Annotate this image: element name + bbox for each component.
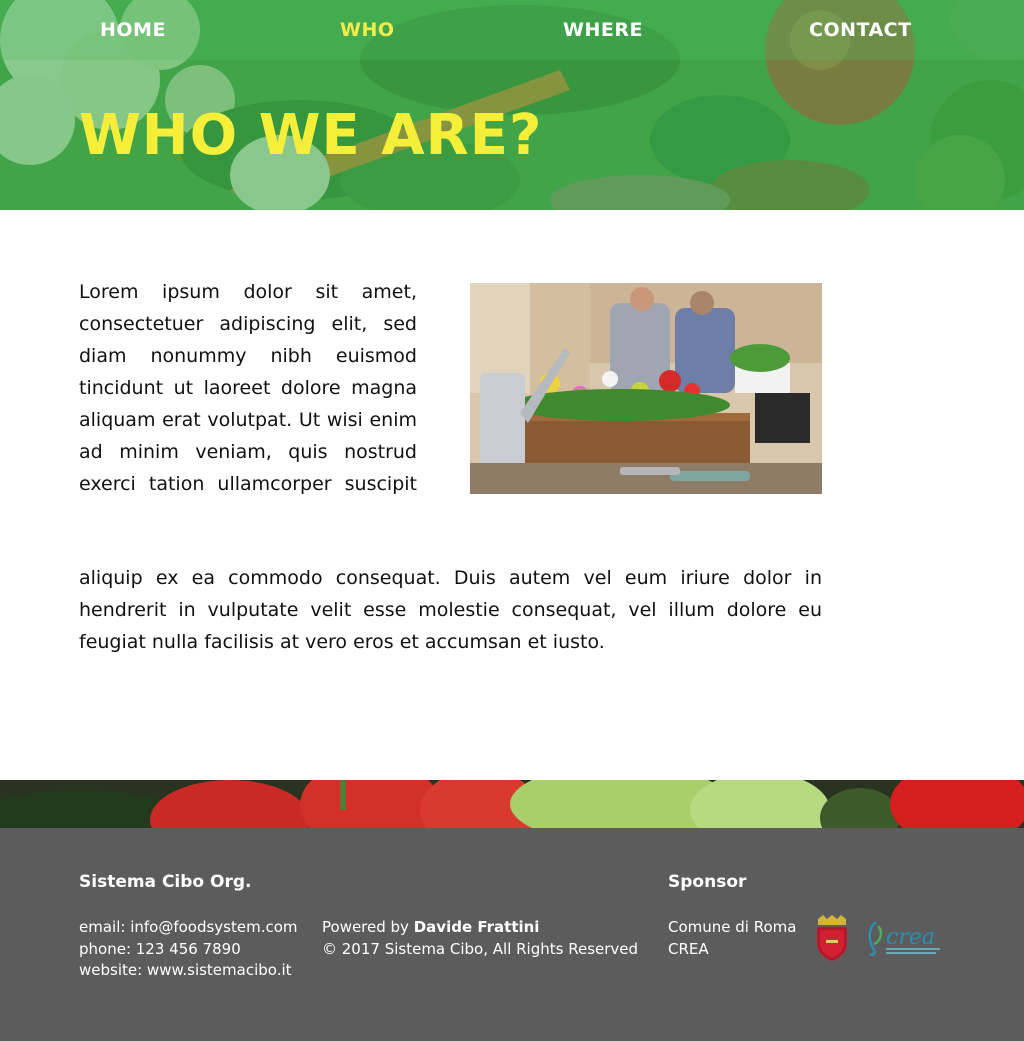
nav-who-link[interactable]: WHO bbox=[340, 19, 395, 41]
site-footer: Sistema Cibo Org. email: info@foodsystem… bbox=[0, 828, 1024, 1041]
nav-home-link[interactable]: HOME bbox=[100, 19, 166, 41]
nav-contact-link[interactable]: CONTACT bbox=[809, 19, 912, 41]
roma-crest-logo bbox=[817, 915, 847, 961]
vegetables-strip-image bbox=[0, 780, 1024, 828]
org-phone: phone: 123 456 7890 bbox=[79, 939, 241, 958]
powered-by-author: Davide Frattini bbox=[413, 918, 540, 936]
sponsor-crea: CREA bbox=[668, 939, 709, 958]
org-contact-block: email: info@foodsystem.com phone: 123 45… bbox=[79, 917, 298, 982]
hero-banner: HOME WHO WHERE CONTACT WHO WE ARE? bbox=[0, 0, 1024, 210]
org-heading: Sistema Cibo Org. bbox=[79, 872, 252, 892]
org-website[interactable]: website: www.sistemacibo.it bbox=[79, 960, 298, 982]
powered-by-prefix: Powered by bbox=[322, 918, 414, 936]
body-paragraph: aliquip ex ea commodo consequat. Duis au… bbox=[79, 567, 822, 653]
garden-photo bbox=[470, 283, 822, 494]
page-title: WHO WE ARE? bbox=[79, 103, 543, 168]
nav-where-link[interactable]: WHERE bbox=[563, 19, 643, 41]
sponsor-list: Comune di Roma CREA bbox=[668, 917, 796, 960]
copyright-text: © 2017 Sistema Cibo, All Rights Reserved bbox=[322, 939, 639, 958]
sponsor-heading: Sponsor bbox=[668, 872, 747, 892]
credits-block: Powered by Davide Frattini © 2017 Sistem… bbox=[322, 917, 638, 960]
intro-paragraph: Lorem ipsum dolor sit amet, consectetuer… bbox=[79, 281, 417, 495]
crea-logo: crea bbox=[868, 921, 940, 957]
powered-by-line: Powered by Davide Frattini bbox=[322, 917, 638, 939]
org-email[interactable]: email: info@foodsystem.com bbox=[79, 917, 298, 939]
sponsor-comune-di-roma: Comune di Roma bbox=[668, 918, 797, 936]
crea-logo-text: crea bbox=[886, 925, 935, 950]
